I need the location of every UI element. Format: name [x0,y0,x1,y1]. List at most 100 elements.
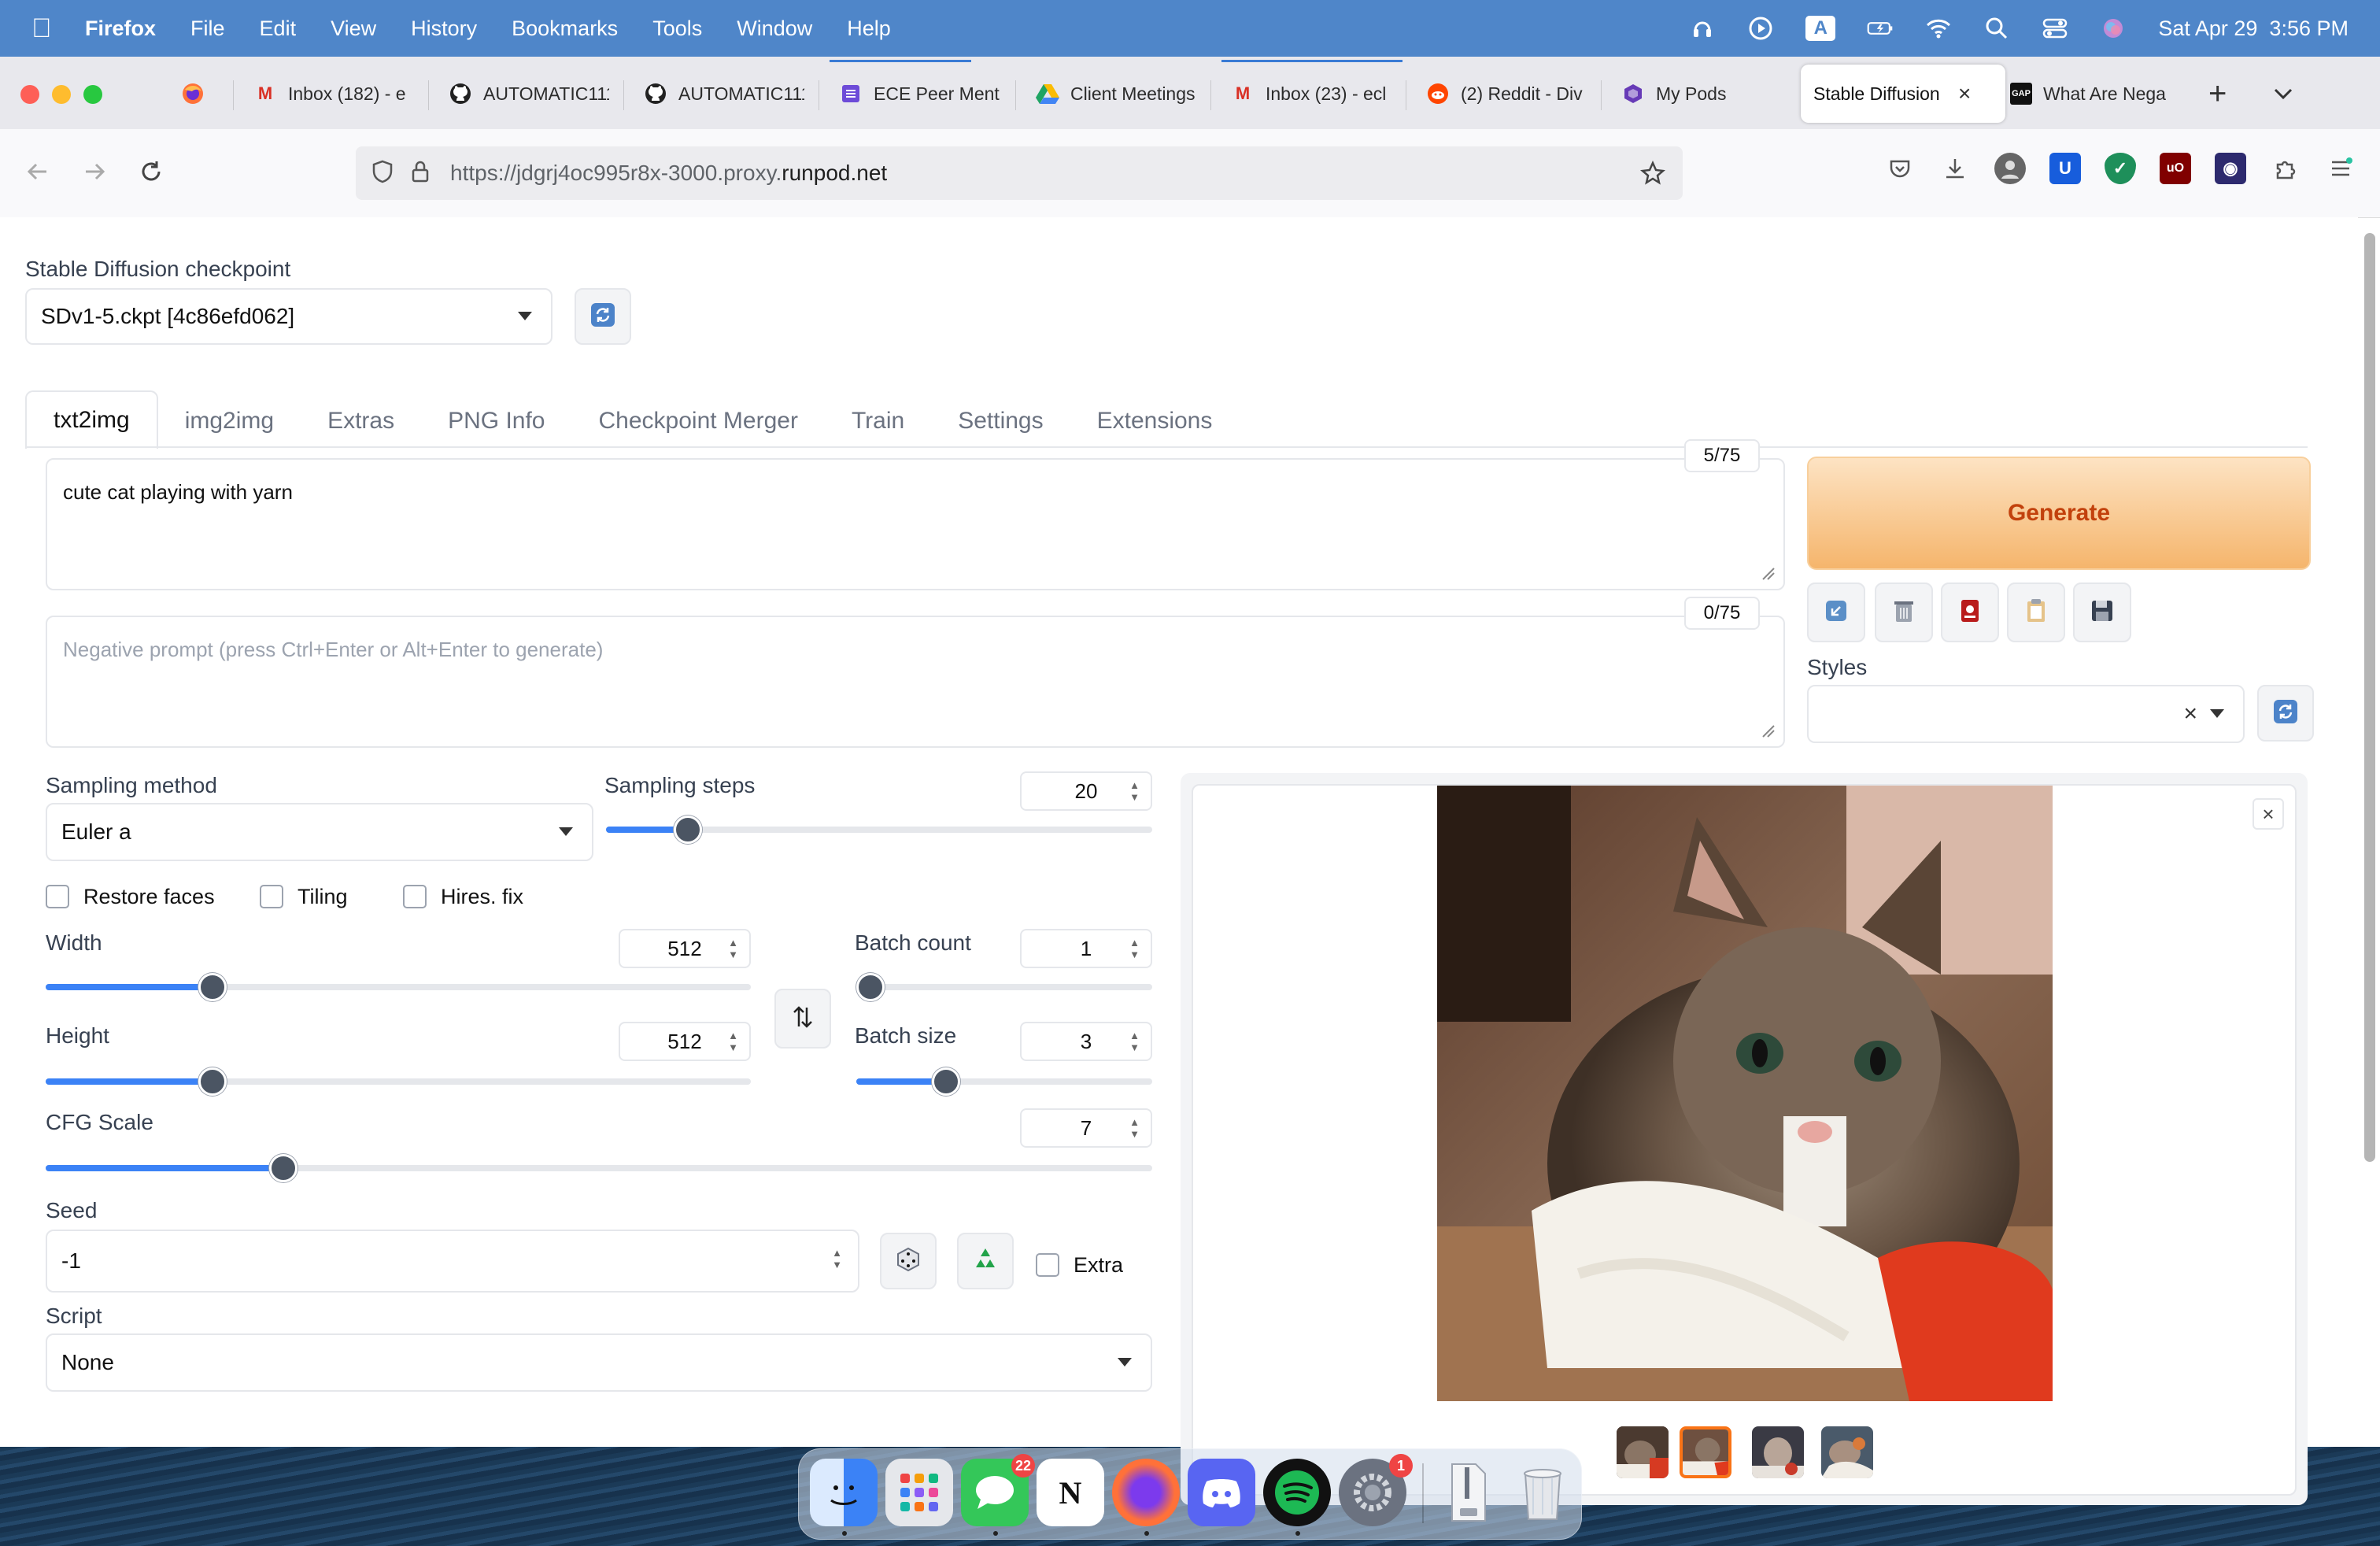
batch-size-input[interactable]: 3 ▲ ▼ [1020,1022,1152,1061]
cfg-scale-input[interactable]: 7 ▲ ▼ [1020,1108,1152,1148]
stepper-icon[interactable]: ▲ ▼ [1129,1030,1140,1053]
reload-button[interactable] [134,156,168,190]
siri-icon[interactable] [2100,15,2127,42]
messages-icon[interactable]: 22 [961,1454,1035,1526]
tab-client-meetings[interactable]: Client Meetings [1036,65,1196,123]
clear-x-icon[interactable]: × [2183,701,2197,727]
script-dropdown[interactable]: None [46,1333,1152,1392]
tab-stable-diffusion[interactable]: Stable Diffusion × [1801,65,2005,123]
clear-prompt-button[interactable] [1875,583,1933,642]
menu-window[interactable]: Window [737,17,812,41]
profile-avatar-icon[interactable] [1994,153,2026,184]
tab-extras[interactable]: Extras [301,394,421,449]
back-button[interactable] [20,156,55,190]
apple-icon[interactable]:  [31,13,54,44]
spotify-icon[interactable] [1263,1459,1331,1526]
tab-ece-peer[interactable]: ECE Peer Ment [839,65,1000,123]
wifi-icon[interactable] [1925,15,1952,42]
url-bar[interactable]: https://jdgrj4oc995r8x-3000.proxy.runpod… [356,146,1683,200]
minimize-window-button[interactable] [52,85,71,104]
styles-dropdown[interactable]: × [1807,685,2245,743]
tab-checkpoint-merger[interactable]: Checkpoint Merger [572,394,825,449]
random-seed-button[interactable] [880,1233,937,1289]
apply-style-button[interactable] [2007,583,2065,642]
tab-settings[interactable]: Settings [931,394,1070,449]
gallery-thumbnail-4[interactable] [1821,1426,1873,1478]
download-icon[interactable] [1939,153,1971,184]
prompt-textarea[interactable]: cute cat playing with yarn [46,458,1785,590]
bitwarden-icon[interactable]: U [2049,153,2081,184]
tiling-checkbox[interactable] [260,885,283,908]
shield-check-icon[interactable]: ✓ [2105,153,2136,184]
gallery-thumbnail-3[interactable] [1752,1426,1804,1478]
stepper-icon[interactable]: ▲ ▼ [832,1247,842,1270]
close-window-button[interactable] [20,85,39,104]
close-tab-icon[interactable]: × [1958,81,1971,106]
menu-file[interactable]: File [190,17,225,41]
tab-github-2[interactable]: AUTOMATIC111 [644,65,804,123]
sampling-steps-slider[interactable] [606,816,1152,844]
height-slider[interactable] [46,1067,751,1096]
hearing-icon[interactable] [1689,15,1716,42]
menu-edit[interactable]: Edit [260,17,297,41]
tab-github-1[interactable]: AUTOMATIC111 [449,65,609,123]
sampling-method-dropdown[interactable]: Euler a [46,803,593,861]
finder-icon[interactable] [810,1459,878,1526]
menu-bookmarks[interactable]: Bookmarks [512,17,618,41]
new-tab-button[interactable]: + [2208,65,2227,123]
refresh-styles-button[interactable] [2257,685,2314,742]
slider-thumb[interactable] [932,1067,960,1096]
stepper-icon[interactable]: ▲ ▼ [728,1030,738,1053]
slider-thumb[interactable] [856,973,885,1001]
tab-train[interactable]: Train [825,394,931,449]
battery-icon[interactable] [1867,15,1894,42]
tab-extensions[interactable]: Extensions [1070,394,1240,449]
page-scrollbar[interactable] [2364,233,2375,1162]
ublock-origin-icon[interactable]: uO [2160,153,2191,184]
width-input[interactable]: 512 ▲ ▼ [619,929,751,968]
close-gallery-icon[interactable]: × [2252,798,2284,830]
extensions-puzzle-icon[interactable] [2270,153,2301,184]
spotlight-search-icon[interactable] [1983,15,2010,42]
tab-gmail-1[interactable]: M Inbox (182) - e [253,65,414,123]
batch-size-slider[interactable] [856,1067,1152,1096]
url-text[interactable]: https://jdgrj4oc995r8x-3000.proxy.runpod… [450,161,887,186]
sampling-steps-input[interactable]: 20 ▲ ▼ [1020,771,1152,811]
height-input[interactable]: 512 ▲ ▼ [619,1022,751,1061]
hamburger-menu-icon[interactable] [2325,153,2356,184]
menu-help[interactable]: Help [847,17,891,41]
discord-icon[interactable] [1188,1459,1255,1526]
generated-image-cat[interactable] [1437,786,2053,1401]
tab-my-pods[interactable]: My Pods [1621,65,1782,123]
slider-thumb[interactable] [269,1154,298,1182]
play-icon[interactable] [1747,15,1774,42]
tab-png-info[interactable]: PNG Info [421,394,571,449]
slider-thumb[interactable] [198,1067,227,1096]
refresh-checkpoint-button[interactable] [575,288,631,345]
read-params-button[interactable] [1807,583,1865,642]
eye-icon[interactable]: ◉ [2215,153,2246,184]
notion-icon[interactable]: N [1037,1459,1104,1526]
menu-view[interactable]: View [331,17,376,41]
tab-gmail-2[interactable]: M Inbox (23) - ecl [1231,65,1391,123]
launchpad-icon[interactable] [885,1459,953,1526]
shield-icon[interactable] [371,160,394,187]
list-all-tabs-button[interactable] [2273,65,2293,123]
negative-prompt-textarea[interactable]: Negative prompt (press Ctrl+Enter or Alt… [46,616,1785,748]
save-style-button[interactable] [2073,583,2131,642]
resize-handle-icon[interactable] [1760,565,1776,581]
firefox-dock-icon[interactable] [1112,1459,1180,1526]
tab-reddit[interactable]: (2) Reddit - Div [1426,65,1587,123]
lock-icon[interactable] [411,160,430,187]
menu-history[interactable]: History [411,17,477,41]
stepper-icon[interactable]: ▲ ▼ [728,937,738,960]
extra-seed-checkbox[interactable] [1036,1253,1059,1277]
seed-input[interactable]: -1 ▲ ▼ [46,1230,859,1293]
slider-thumb[interactable] [198,973,227,1001]
cfg-scale-slider[interactable] [46,1154,1152,1182]
zoom-window-button[interactable] [83,85,102,104]
reuse-seed-button[interactable] [957,1233,1014,1289]
pocket-icon[interactable] [1884,153,1916,184]
tab-negative-prompts[interactable]: GAP What Are Nega [2010,65,2169,123]
batch-count-input[interactable]: 1 ▲ ▼ [1020,929,1152,968]
